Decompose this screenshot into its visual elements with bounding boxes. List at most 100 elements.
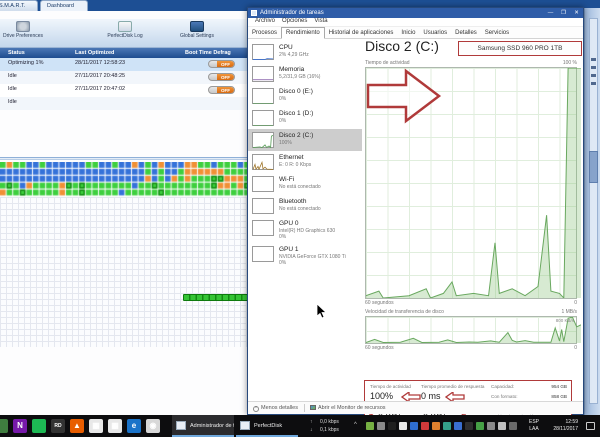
tray-icon[interactable] [476,422,484,430]
drive-status: Idle [8,99,17,105]
rd-app-icon[interactable]: RD [51,419,65,433]
spotify-icon[interactable] [32,419,46,433]
sidebar-item-disco-0-e-[interactable]: Disco 0 (E:)0% [248,85,362,107]
tray-icon[interactable] [388,422,396,430]
perfectdisk-scrollbar[interactable] [584,8,600,415]
response-value: 0 ms [421,391,441,401]
toolbox-icon [190,21,204,32]
sidebar-item-gpu-1[interactable]: GPU 1NVIDIA GeForce GTX 1080 Ti0% [248,243,362,269]
activity-label: Tiempo de actividad [370,384,411,389]
task-manager-window: Administrador de tareas — ❐ ✕ Archivo Opc… [247,7,584,415]
sparkline-thumbnail [252,220,274,236]
menu-archivo[interactable]: Archivo [255,18,275,24]
tray-icon[interactable] [454,422,462,430]
formatted-value: 858 GB [547,394,567,399]
network-arrows-icon: ↑↓ [310,418,313,434]
sidebar-item-name: Disco 2 (C:) [279,132,313,140]
boot-time-defrag-toggle[interactable]: OFF [208,73,235,81]
sidebar-item-name: Bluetooth [279,198,321,206]
maximize-button[interactable]: ❐ [557,8,570,18]
sidebar-item-detail: No está conectado [279,184,321,190]
tab-servicios[interactable]: Servicios [481,28,513,40]
tab-dashboard[interactable]: Dashboard [40,0,88,11]
activity-graph [365,67,577,299]
tab-detalles[interactable]: Detalles [451,28,481,40]
last-optimized: 28/11/2017 12:58:23 [75,60,125,66]
perfectdisk-log-button[interactable]: PerfectDisk Log [96,21,154,39]
tray-icon[interactable] [377,422,385,430]
sidebar-item-detail2: 0% [279,234,335,240]
sidebar-item-ethernet[interactable]: EthernetE: 0 R: 0 Kbps [248,151,362,173]
tray-icon[interactable] [410,422,418,430]
graph1-x-label: 60 segundos [365,300,394,306]
last-optimized: 27/11/2017 20:48:25 [75,73,125,79]
sidebar-item-wi-fi[interactable]: Wi-FiNo está conectado [248,173,362,195]
graph1-label: Tiempo de actividad [365,60,410,66]
sidebar-item-name: Ethernet [279,154,311,162]
sidebar-item-detail: NVIDIA GeForce GTX 1080 Ti [279,254,346,260]
onenote-icon[interactable]: N [13,419,27,433]
sidebar-item-bluetooth[interactable]: BluetoothNo está conectado [248,195,362,217]
chrome-icon[interactable]: ◉ [146,419,160,433]
capacity-value: 954 GB [547,384,567,389]
scrollbar-thumb[interactable] [589,151,598,183]
menu-vista[interactable]: Vista [314,18,327,24]
mouse-cursor [316,303,328,319]
graph1-x-right: 0 [574,300,577,306]
sidebar-item-name: CPU [279,44,309,52]
tray-icon[interactable] [509,422,517,430]
sidebar-item-disco-2-c-[interactable]: Disco 2 (C:)100% [248,129,362,151]
taskbar-button-perfectdisk[interactable]: PerfectDisk [236,415,298,437]
minimize-button[interactable]: — [544,8,557,18]
sidebar-item-cpu[interactable]: CPU2% 4,29 GHz [248,41,362,63]
graph1-max-label: 100 % [563,60,577,66]
open-resource-monitor-link[interactable]: Abrir el Monitor de recursos [310,405,386,411]
boot-time-defrag-toggle[interactable]: OFF [208,86,235,94]
red-arrow-annotation-icon [366,68,442,124]
sidebar-item-memoria[interactable]: Memoria5,2/31,9 GB (16%) [248,63,362,85]
tab-smart[interactable]: S.M.A.R.T. [0,0,38,11]
calendar-icon[interactable]: ▦ [89,419,103,433]
sidebar-item-gpu-0[interactable]: GPU 0Intel(R) HD Graphics 6300% [248,217,362,243]
taskbar-button-task-manager[interactable]: Administrador de ta... [172,415,234,437]
action-center-icon[interactable] [586,422,595,430]
log-book-icon [118,21,132,32]
tray-icon[interactable] [421,422,429,430]
sidebar-item-name: Disco 1 (D:) [279,110,313,118]
less-details-button[interactable]: ⌃Menos detalles [253,405,298,412]
tray-icon[interactable] [366,422,374,430]
boot-time-defrag-toggle[interactable]: OFF [208,60,235,68]
tray-icon[interactable] [465,422,473,430]
window-icon [240,421,250,430]
tray-expand-chevron[interactable]: ^ [354,422,357,428]
tab-procesos[interactable]: Procesos [248,28,281,40]
sidebar-item-detail: 0% [279,96,313,102]
tab-rendimiento[interactable]: Rendimiento [281,27,325,39]
close-button[interactable]: ✕ [570,8,583,18]
edge-icon[interactable]: e [127,419,141,433]
global-settings-button[interactable]: Global Settings [168,21,226,39]
transfer-rate-graph: 800 KB/s [365,316,577,344]
tray-icon[interactable] [432,422,440,430]
task-manager-footer: ⌃Menos detalles Abrir el Monitor de recu… [248,401,583,414]
calendar2-icon[interactable]: ▦ [108,419,122,433]
graph2-label: Velocidad de transferencia de disco [365,309,444,315]
menu-opciones[interactable]: Opciones [282,18,307,24]
sparkline-thumbnail [252,44,274,60]
sidebar-item-name: Wi-Fi [279,176,321,184]
sidebar-item-disco-1-d-[interactable]: Disco 1 (D:)0% [248,107,362,129]
tray-icon[interactable] [399,422,407,430]
tray-icon[interactable] [498,422,506,430]
tray-icon[interactable] [487,422,495,430]
graph2-x-right: 0 [574,345,577,351]
title-bar[interactable]: Administrador de tareas — ❐ ✕ [248,8,583,18]
sidebar-item-name: GPU 1 [279,246,346,254]
taskbar-clock[interactable]: 12:5928/11/2017 [544,419,578,433]
drive-status: Optimizing 1% [8,60,43,66]
drive-preferences-button[interactable]: Drive Preferences [0,21,52,39]
vlc-icon[interactable]: ▲ [70,419,84,433]
language-indicator[interactable]: ESPLAA [526,419,542,433]
sidebar-item-detail: 100% [279,140,313,146]
tray-icon[interactable] [443,422,451,430]
partial-app-icon[interactable] [0,419,8,433]
